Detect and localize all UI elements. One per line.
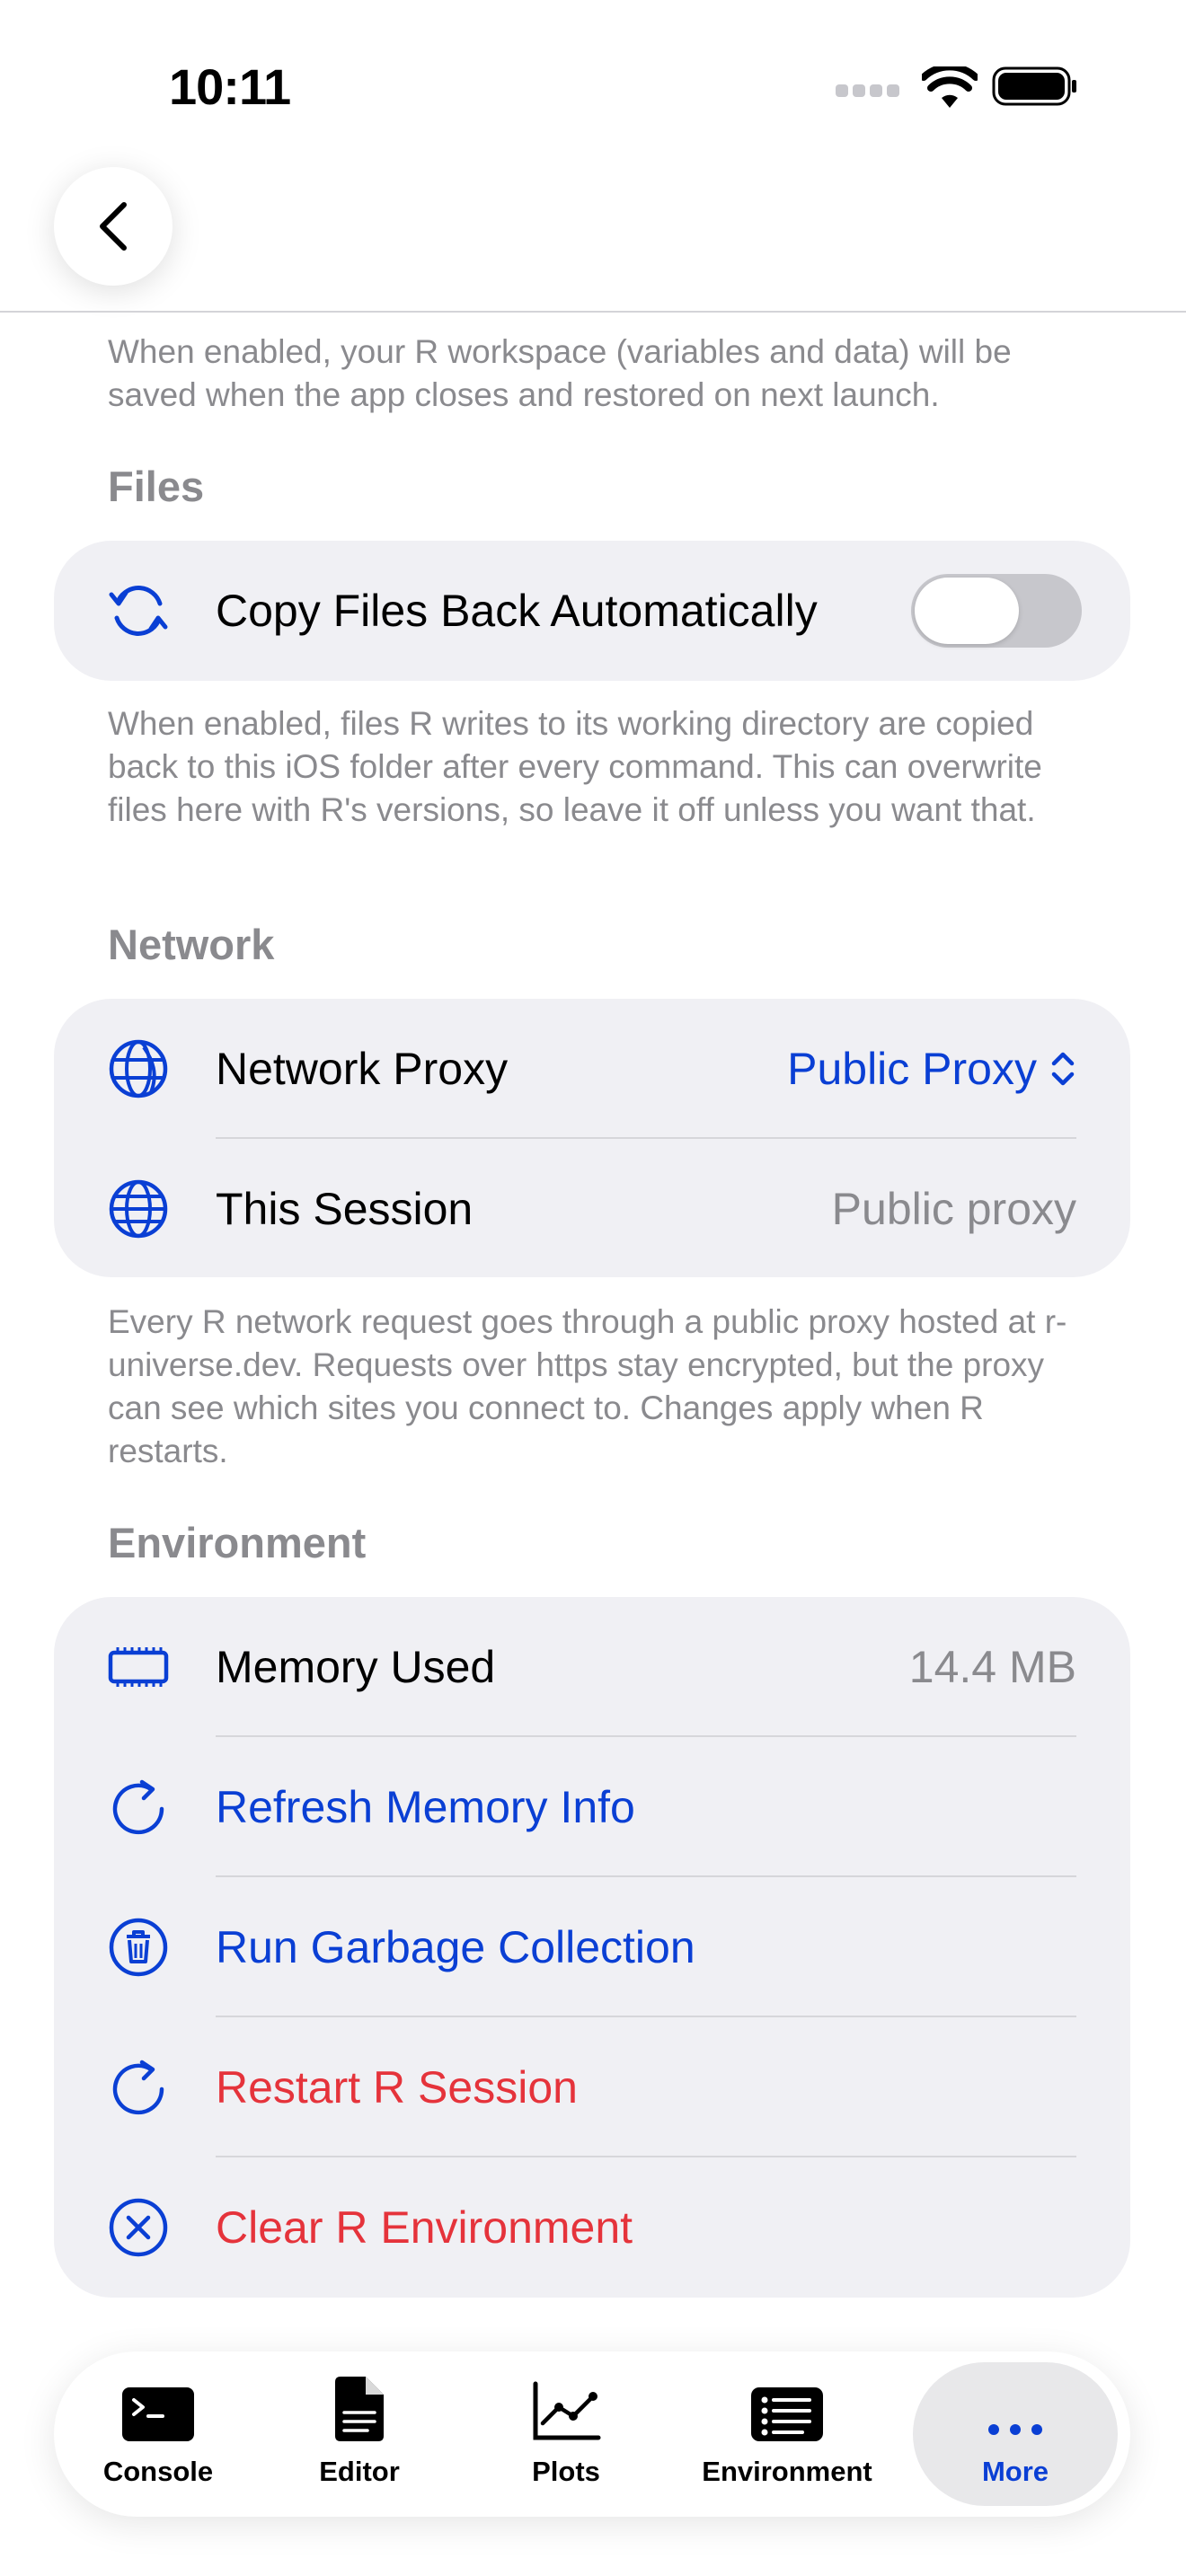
tab-more[interactable]: More bbox=[913, 2362, 1118, 2506]
network-proxy-value: Public Proxy bbox=[787, 1044, 1037, 1094]
tab-console-label: Console bbox=[102, 2456, 214, 2487]
clear-environment-label: Clear R Environment bbox=[216, 2202, 633, 2253]
this-session-label: This Session bbox=[216, 1184, 474, 1234]
restart-session-label: Restart R Session bbox=[216, 2062, 578, 2113]
status-time: 10:11 bbox=[169, 58, 291, 115]
environment-group: Memory Used 14.4 MB Refresh Memory Info bbox=[54, 1597, 1130, 2298]
tab-environment-label: Environment bbox=[702, 2456, 872, 2487]
tab-environment[interactable]: Environment bbox=[699, 2362, 875, 2506]
copy-files-back-label: Copy Files Back Automatically bbox=[216, 586, 818, 636]
tab-editor[interactable]: Editor bbox=[296, 2362, 422, 2506]
memory-used-row: Memory Used 14.4 MB bbox=[54, 1597, 1130, 1737]
x-circle-icon bbox=[104, 2193, 173, 2262]
memory-chip-icon bbox=[104, 1633, 173, 1701]
tab-bar: Console Editor Plots Environment More bbox=[54, 2351, 1130, 2517]
tab-more-label: More bbox=[981, 2456, 1049, 2487]
restart-icon bbox=[104, 2053, 173, 2122]
list-icon bbox=[750, 2373, 824, 2443]
garbage-collection-row[interactable]: Run Garbage Collection bbox=[54, 1877, 1130, 2017]
tab-plots-label: Plots bbox=[532, 2456, 600, 2487]
cellular-signal-icon bbox=[836, 84, 900, 97]
settings-screen: 10:11 When enabled, your R workspace (va… bbox=[0, 0, 1186, 2576]
status-icons bbox=[836, 63, 1078, 110]
workspace-footer: When enabled, your R workspace (variable… bbox=[108, 333, 1012, 413]
files-section-header: Files bbox=[108, 463, 205, 510]
trash-circle-icon bbox=[104, 1913, 173, 1981]
back-button[interactable] bbox=[54, 167, 173, 286]
network-proxy-label: Network Proxy bbox=[216, 1044, 509, 1094]
sync-icon bbox=[104, 577, 173, 645]
files-footer: When enabled, files R writes to its work… bbox=[108, 705, 1042, 828]
memory-used-label: Memory Used bbox=[216, 1642, 496, 1692]
tab-editor-label: Editor bbox=[319, 2456, 400, 2487]
tab-console[interactable]: Console bbox=[88, 2362, 228, 2506]
copy-files-back-toggle[interactable] bbox=[911, 574, 1082, 648]
network-proxy-picker[interactable]: Public Proxy bbox=[787, 1043, 1076, 1095]
network-footer: Every R network request goes through a p… bbox=[108, 1303, 1067, 1469]
network-proxy-row[interactable]: Network Proxy Public Proxy bbox=[54, 999, 1130, 1139]
refresh-memory-label: Refresh Memory Info bbox=[216, 1782, 635, 1832]
globe-network-icon bbox=[104, 1035, 173, 1103]
restart-session-row[interactable]: Restart R Session bbox=[54, 2017, 1130, 2157]
garbage-collection-label: Run Garbage Collection bbox=[216, 1922, 695, 1972]
refresh-icon bbox=[104, 1773, 173, 1841]
network-section-header: Network bbox=[108, 921, 275, 968]
globe-icon bbox=[104, 1175, 173, 1243]
network-group: Network Proxy Public Proxy This Session … bbox=[54, 999, 1130, 1277]
chevron-up-down-icon bbox=[1051, 1052, 1075, 1086]
this-session-row: This Session Public proxy bbox=[54, 1139, 1130, 1279]
wifi-icon bbox=[922, 66, 978, 108]
this-session-value: Public proxy bbox=[831, 1184, 1076, 1234]
tab-plots[interactable]: Plots bbox=[503, 2362, 629, 2506]
toggle-knob bbox=[915, 578, 1019, 644]
environment-section-header: Environment bbox=[108, 1519, 367, 1566]
battery-icon bbox=[992, 66, 1076, 106]
refresh-memory-row[interactable]: Refresh Memory Info bbox=[54, 1737, 1130, 1877]
memory-used-value: 14.4 MB bbox=[908, 1642, 1076, 1692]
document-icon bbox=[332, 2373, 387, 2443]
chevron-left-icon bbox=[100, 202, 127, 251]
ellipsis-icon bbox=[984, 2373, 1047, 2443]
chart-icon bbox=[530, 2373, 602, 2443]
copy-files-back-row: Copy Files Back Automatically bbox=[54, 541, 1130, 681]
terminal-icon bbox=[121, 2373, 195, 2443]
nav-divider bbox=[0, 311, 1186, 313]
files-group: Copy Files Back Automatically bbox=[54, 541, 1130, 681]
clear-environment-row[interactable]: Clear R Environment bbox=[54, 2157, 1130, 2298]
